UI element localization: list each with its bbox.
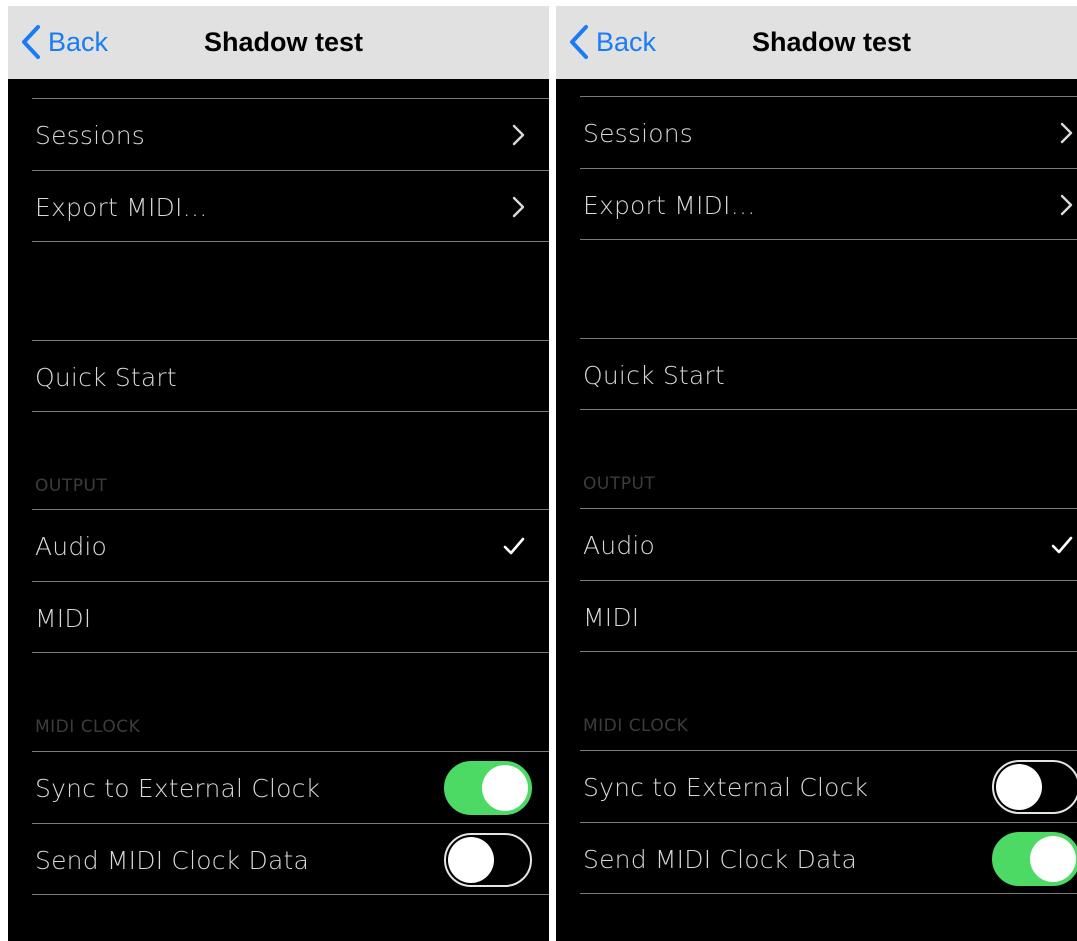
send-midi-clock-row: Send MIDI Clock Data [580,822,1077,894]
export-midi-label: Export MIDI… [35,192,208,222]
sessions-label: Sessions [35,120,146,150]
audio-label: Audio [583,530,656,560]
midi-row[interactable]: MIDI [32,581,549,653]
sync-external-clock-toggle[interactable] [444,761,532,815]
toggle-knob [482,765,528,811]
midi-clock-section-header: MIDI CLOCK [35,717,141,737]
midi-row[interactable]: MIDI [580,580,1077,652]
toggle-knob [1030,836,1076,882]
midi-label: MIDI [583,602,640,632]
sync-external-clock-row: Sync to External Clock [580,750,1077,822]
quick-start-row[interactable]: Quick Start [32,340,549,412]
sync-external-clock-row: Sync to External Clock [32,751,549,823]
audio-row[interactable]: Audio [32,509,549,581]
output-section-header: OUTPUT [583,474,656,494]
export-midi-row[interactable]: Export MIDI… [580,168,1077,240]
navigation-bar: Back Shadow test [8,6,549,79]
sync-external-clock-toggle[interactable] [992,760,1077,814]
checkmark-icon [1051,536,1073,554]
page-title: Shadow test [203,27,364,57]
page-title: Shadow test [751,27,912,57]
sessions-label: Sessions [583,118,694,148]
send-midi-clock-row: Send MIDI Clock Data [32,823,549,895]
output-section-header: OUTPUT [35,476,108,496]
sync-external-clock-label: Sync to External Clock [583,772,869,802]
export-midi-label: Export MIDI… [583,190,756,220]
chevron-right-icon [1060,122,1073,144]
chevron-right-icon [512,196,525,218]
export-midi-row[interactable]: Export MIDI… [32,170,549,242]
chevron-right-icon [512,124,525,146]
midi-clock-section-header: MIDI CLOCK [583,716,689,736]
screen-right: Back Shadow test Sessions Export MIDI… Q… [556,6,1077,941]
audio-row[interactable]: Audio [580,508,1077,580]
sessions-row[interactable]: Sessions [580,96,1077,168]
toggle-knob [996,764,1042,810]
sessions-row[interactable]: Sessions [32,98,549,170]
sync-external-clock-label: Sync to External Clock [35,773,321,803]
send-midi-clock-toggle[interactable] [444,833,532,887]
toggle-knob [448,837,494,883]
send-midi-clock-toggle[interactable] [992,832,1077,886]
checkmark-icon [503,537,525,555]
screen-left: Back Shadow test Sessions Export MIDI… Q… [8,6,549,941]
audio-label: Audio [35,531,108,561]
quick-start-label: Quick Start [35,362,177,392]
navigation-bar: Back Shadow test [556,6,1077,79]
midi-label: MIDI [35,603,92,633]
send-midi-clock-label: Send MIDI Clock Data [583,844,857,874]
chevron-right-icon [1060,194,1073,216]
quick-start-label: Quick Start [583,360,725,390]
quick-start-row[interactable]: Quick Start [580,338,1077,410]
send-midi-clock-label: Send MIDI Clock Data [35,845,309,875]
